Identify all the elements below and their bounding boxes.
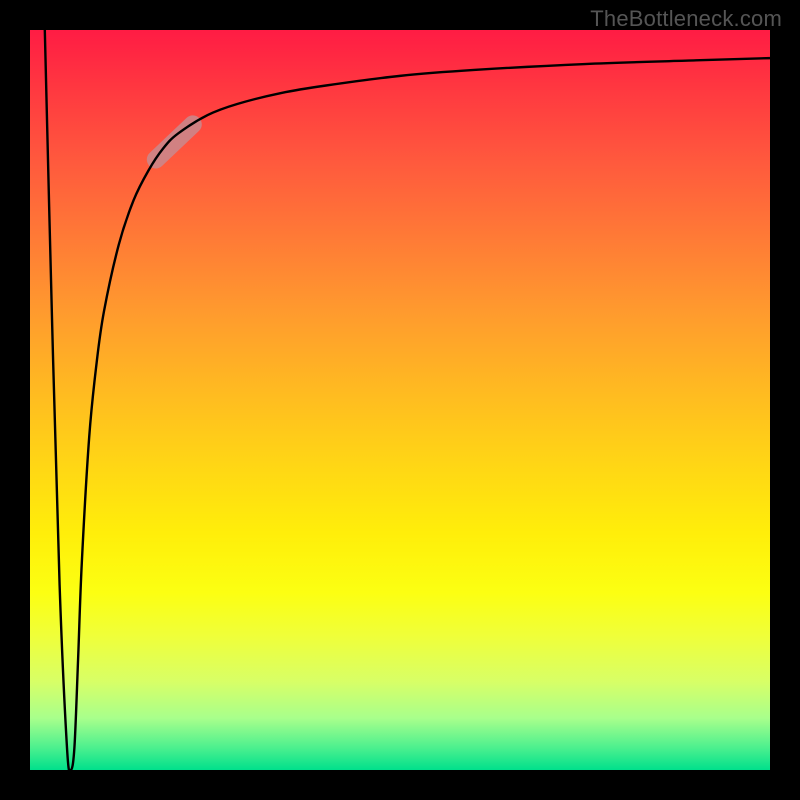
watermark-text: TheBottleneck.com — [590, 6, 782, 32]
chart-svg — [30, 30, 770, 770]
curve-highlight — [156, 124, 193, 159]
plot-area — [30, 30, 770, 770]
chart-frame — [30, 30, 770, 770]
bottleneck-curve — [45, 30, 770, 770]
